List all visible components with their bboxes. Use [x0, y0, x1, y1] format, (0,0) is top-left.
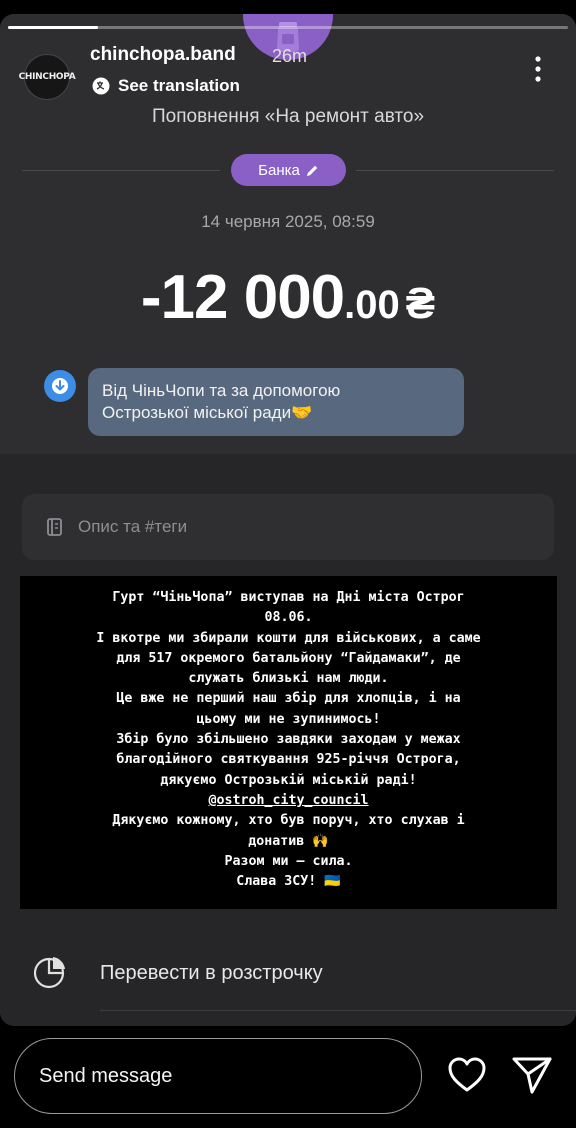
username[interactable]: chinchopa.band — [90, 44, 236, 66]
arrow-down-icon — [52, 378, 68, 394]
overlay-line: для 517 окремого батальйону “Гайдамаки”,… — [116, 650, 461, 666]
divider — [22, 170, 220, 171]
pencil-icon — [306, 165, 318, 176]
story-text-overlay: Гурт “ЧіньЧопа” виступав на Дні міста Ос… — [20, 576, 557, 909]
currency-symbol: ₴ — [405, 279, 436, 328]
avatar-text: CHINCHOPA — [18, 72, 76, 82]
mention-link[interactable]: @ostroh_city_council — [28, 791, 549, 811]
payment-title: Поповнення «На ремонт авто» — [151, 106, 425, 127]
overlay-line: І вкотре ми збирали кошти для військових… — [96, 630, 481, 646]
overlay-line: Гурт “ЧіньЧопа” виступав на Дні міста Ос… — [112, 590, 465, 605]
comment-line: Від ЧіньЧопи та за допомогою — [102, 381, 341, 400]
overlay-line: Це вже не перший наш збір для хлопців, і… — [116, 691, 461, 707]
see-translation-button[interactable]: See translation — [92, 76, 240, 96]
overlay-line: 08.06. — [264, 610, 313, 626]
installment-option[interactable]: Перевести в розстрочку — [100, 962, 323, 985]
overlay-line: Разом ми — сила. — [224, 853, 353, 869]
amount-main: -12 000 — [140, 263, 345, 332]
overlay-line: Слава ЗСУ! 🇺🇦 — [236, 874, 341, 890]
translate-icon — [92, 77, 110, 95]
description-tags-field[interactable]: Опис та #теги — [22, 494, 554, 560]
send-message-placeholder: Send message — [39, 1064, 173, 1087]
jar-tag-label: Банка — [258, 161, 300, 179]
divider — [356, 170, 554, 171]
jar-tag-button[interactable]: Банка — [231, 154, 346, 186]
amount-cents: .00 — [344, 283, 400, 327]
send-icon[interactable] — [510, 1054, 554, 1096]
pie-chart-icon — [33, 957, 65, 989]
story-progress — [0, 20, 576, 34]
overlay-line: Збір було збільшено завдяки заходам у ме… — [116, 732, 461, 748]
story-card: Поповнення «На ремонт авто» Банка 14 чер… — [0, 14, 576, 1026]
see-translation-label: See translation — [118, 76, 240, 95]
send-message-input[interactable]: Send message — [14, 1038, 422, 1114]
overlay-line: Дякуємо кожному, хто був поруч, хто слух… — [112, 813, 465, 829]
story-progress-fill — [8, 26, 98, 29]
story-progress-bar — [8, 26, 568, 29]
time-ago: 26m — [272, 46, 308, 66]
heart-icon[interactable] — [446, 1054, 488, 1096]
divider — [100, 1010, 576, 1011]
overlay-line: цьому ми не зупинимось! — [196, 711, 381, 727]
payment-amount: -12 000.00 ₴ — [0, 262, 576, 333]
avatar[interactable]: CHINCHOPA — [19, 54, 76, 100]
overlay-line: служать близькі нам люди. — [188, 671, 389, 687]
overlay-line: благодійного святкування 925-річчя Остро… — [116, 752, 461, 768]
overlay-line: донатив 🙌 — [248, 833, 329, 849]
payment-date: 14 червня 2025, 08:59 — [201, 212, 375, 231]
incoming-transfer-badge — [44, 370, 76, 402]
comment-line: Острозької міської ради🤝 — [102, 403, 313, 422]
description-placeholder: Опис та #теги — [78, 517, 188, 536]
overlay-line: дякуємо Острозькій міській раді! — [160, 772, 417, 788]
payment-comment: Від ЧіньЧопи та за допомогою Острозької … — [88, 368, 464, 436]
more-vertical-icon[interactable] — [528, 54, 548, 84]
notes-icon — [47, 518, 62, 536]
